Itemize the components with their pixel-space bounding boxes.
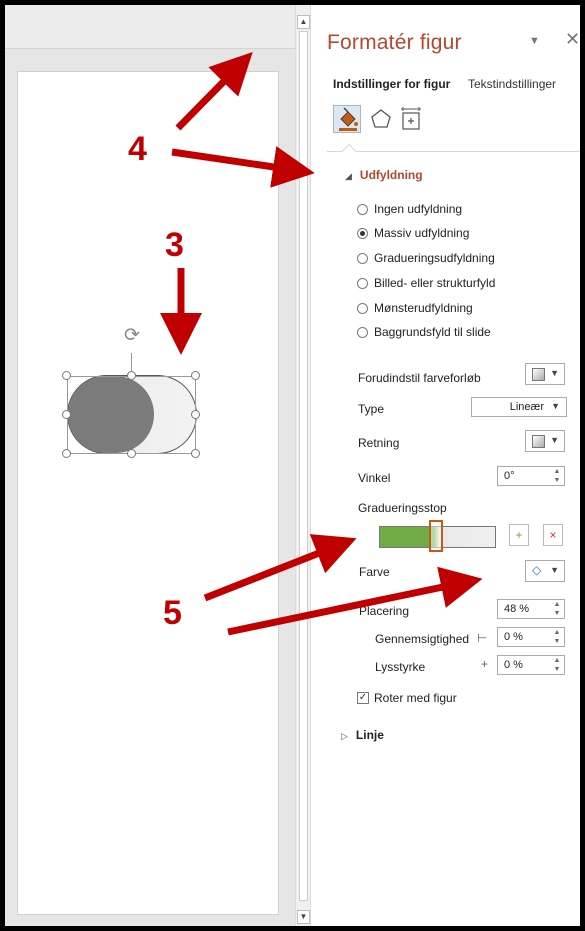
- color-label: Farve: [359, 565, 390, 579]
- radio-no-fill[interactable]: Ingen udfyldning: [357, 200, 462, 218]
- radio-picture-fill[interactable]: Billed- eller strukturfyld: [357, 274, 495, 292]
- radio-pattern-fill[interactable]: Mønsterudfyldning: [357, 299, 473, 317]
- type-select[interactable]: Lineær ▼: [471, 397, 567, 417]
- line-section-header[interactable]: ▷ Linje: [341, 728, 384, 742]
- add-gradient-stop-icon[interactable]: +: [509, 524, 529, 546]
- callout-4: 4: [128, 130, 147, 168]
- canvas-header: [5, 5, 295, 49]
- rotate-with-shape-checkbox[interactable]: ✓ Roter med figur: [357, 691, 457, 705]
- tab-shape-options[interactable]: Indstillinger for figur: [333, 77, 450, 91]
- expanded-triangle-icon: ◢: [345, 171, 352, 181]
- format-shape-pane: Formatér figur ▼ ✕ Indstillinger for fig…: [311, 5, 580, 926]
- angle-label: Vinkel: [358, 471, 391, 485]
- direction-dropdown[interactable]: ▼: [525, 430, 565, 452]
- radio-label: Gradueringsudfyldning: [374, 251, 495, 265]
- radio-label: Ingen udfyldning: [374, 202, 463, 216]
- resize-handle-se[interactable]: [191, 449, 200, 458]
- slider-icon[interactable]: +: [481, 657, 488, 671]
- radio-icon[interactable]: [357, 203, 368, 215]
- color-picker-button[interactable]: ◇ ▼: [525, 560, 565, 582]
- resize-handle-n[interactable]: [127, 371, 136, 380]
- fill-section-label: Udfyldning: [359, 168, 423, 182]
- position-value: 48 %: [504, 603, 530, 615]
- paint-bucket-icon[interactable]: [333, 105, 361, 133]
- angle-value: 0°: [504, 470, 515, 482]
- gradient-swatch-icon: [532, 368, 545, 381]
- resize-handle-sw[interactable]: [62, 449, 71, 458]
- transparency-spinner[interactable]: 0 % ▲ ▼: [497, 627, 565, 647]
- spinner-arrows-icon[interactable]: ▲ ▼: [550, 600, 564, 618]
- radio-icon[interactable]: [357, 326, 368, 338]
- remove-gradient-stop-icon[interactable]: ×: [543, 524, 563, 546]
- angle-spinner[interactable]: 0° ▲ ▼: [497, 466, 565, 486]
- paint-bucket-color-icon: ◇: [532, 563, 542, 577]
- gradient-stop-handle[interactable]: [429, 520, 443, 552]
- type-label: Type: [358, 402, 385, 416]
- radio-label: Massiv udfyldning: [374, 226, 470, 240]
- collapsed-triangle-icon: ▷: [341, 731, 348, 741]
- tab-pointer: [341, 143, 357, 159]
- spinner-arrows-icon[interactable]: ▲ ▼: [550, 656, 564, 674]
- transparency-label: Gennemsigtighed: [375, 632, 470, 646]
- resize-handle-s[interactable]: [127, 449, 136, 458]
- size-properties-icon[interactable]: [397, 105, 425, 133]
- radio-icon[interactable]: [357, 252, 368, 264]
- selection-box: [67, 376, 196, 454]
- radio-gradient-fill[interactable]: Gradueringsudfyldning: [357, 249, 495, 267]
- chevron-down-icon: ▼: [551, 401, 560, 411]
- resize-handle-ne[interactable]: [191, 371, 200, 380]
- position-spinner[interactable]: 48 % ▲ ▼: [497, 599, 565, 619]
- brightness-spinner[interactable]: 0 % ▲ ▼: [497, 655, 565, 675]
- preset-gradient-dropdown[interactable]: ▼: [525, 363, 565, 385]
- radio-label: Baggrundsfyld til slide: [374, 325, 491, 339]
- direction-label: Retning: [358, 436, 400, 450]
- pentagon-effects-icon[interactable]: [367, 105, 395, 133]
- app-window: ⟳ ▲ ▼ Formatér figur ▼ ✕ Indstillinger f…: [5, 5, 580, 926]
- scroll-up-icon[interactable]: ▲: [297, 15, 310, 29]
- resize-handle-nw[interactable]: [62, 371, 71, 380]
- brightness-value: 0 %: [504, 659, 523, 671]
- spinner-arrows-icon[interactable]: ▲ ▼: [550, 628, 564, 646]
- callout-3: 3: [165, 226, 184, 264]
- type-value: Lineær: [509, 401, 544, 413]
- radio-icon[interactable]: [357, 277, 368, 289]
- checkbox-label: Roter med figur: [374, 691, 457, 705]
- resize-handle-e[interactable]: [191, 410, 200, 419]
- line-section-label: Linje: [355, 728, 384, 742]
- slide[interactable]: [17, 71, 279, 915]
- spinner-arrows-icon[interactable]: ▲ ▼: [550, 467, 564, 485]
- close-icon[interactable]: ✕: [565, 29, 580, 50]
- chevron-down-icon: ▼: [550, 368, 559, 378]
- radio-selected-icon[interactable]: [357, 227, 368, 239]
- preset-gradient-label: Forudindstil farveforløb: [358, 371, 481, 385]
- checkbox-checked-icon[interactable]: ✓: [357, 692, 369, 704]
- radio-label: Billed- eller strukturfyld: [374, 276, 496, 290]
- tab-text-options[interactable]: Tekstindstillinger: [468, 77, 556, 91]
- transparency-value: 0 %: [504, 631, 523, 643]
- rotate-handle-icon[interactable]: ⟳: [122, 326, 142, 346]
- radio-solid-fill[interactable]: Massiv udfyldning: [357, 224, 469, 242]
- callout-5: 5: [163, 594, 182, 632]
- pane-title: Formatér figur: [327, 31, 462, 54]
- vertical-scrollbar[interactable]: ▲ ▼: [295, 5, 311, 926]
- chevron-down-icon: ▼: [550, 435, 559, 445]
- brightness-label: Lysstyrke: [375, 660, 426, 674]
- resize-handle-w[interactable]: [62, 410, 71, 419]
- tab-separator: [327, 151, 580, 152]
- position-label: Placering: [359, 604, 410, 618]
- radio-slide-background-fill[interactable]: Baggrundsfyld til slide: [357, 323, 491, 341]
- fill-section-header[interactable]: ◢ Udfyldning: [345, 168, 423, 182]
- slide-canvas: ⟳: [5, 5, 295, 926]
- radio-icon[interactable]: [357, 302, 368, 314]
- gradient-stops-label: Gradueringsstop: [358, 501, 447, 515]
- chevron-down-icon: ▼: [550, 565, 559, 575]
- scroll-down-icon[interactable]: ▼: [297, 910, 310, 924]
- slider-icon[interactable]: ⊢: [477, 631, 487, 645]
- gradient-swatch-icon: [532, 435, 545, 448]
- pane-options-chevron-icon[interactable]: ▼: [529, 35, 540, 47]
- radio-label: Mønsterudfyldning: [374, 301, 473, 315]
- scroll-track[interactable]: [299, 31, 308, 901]
